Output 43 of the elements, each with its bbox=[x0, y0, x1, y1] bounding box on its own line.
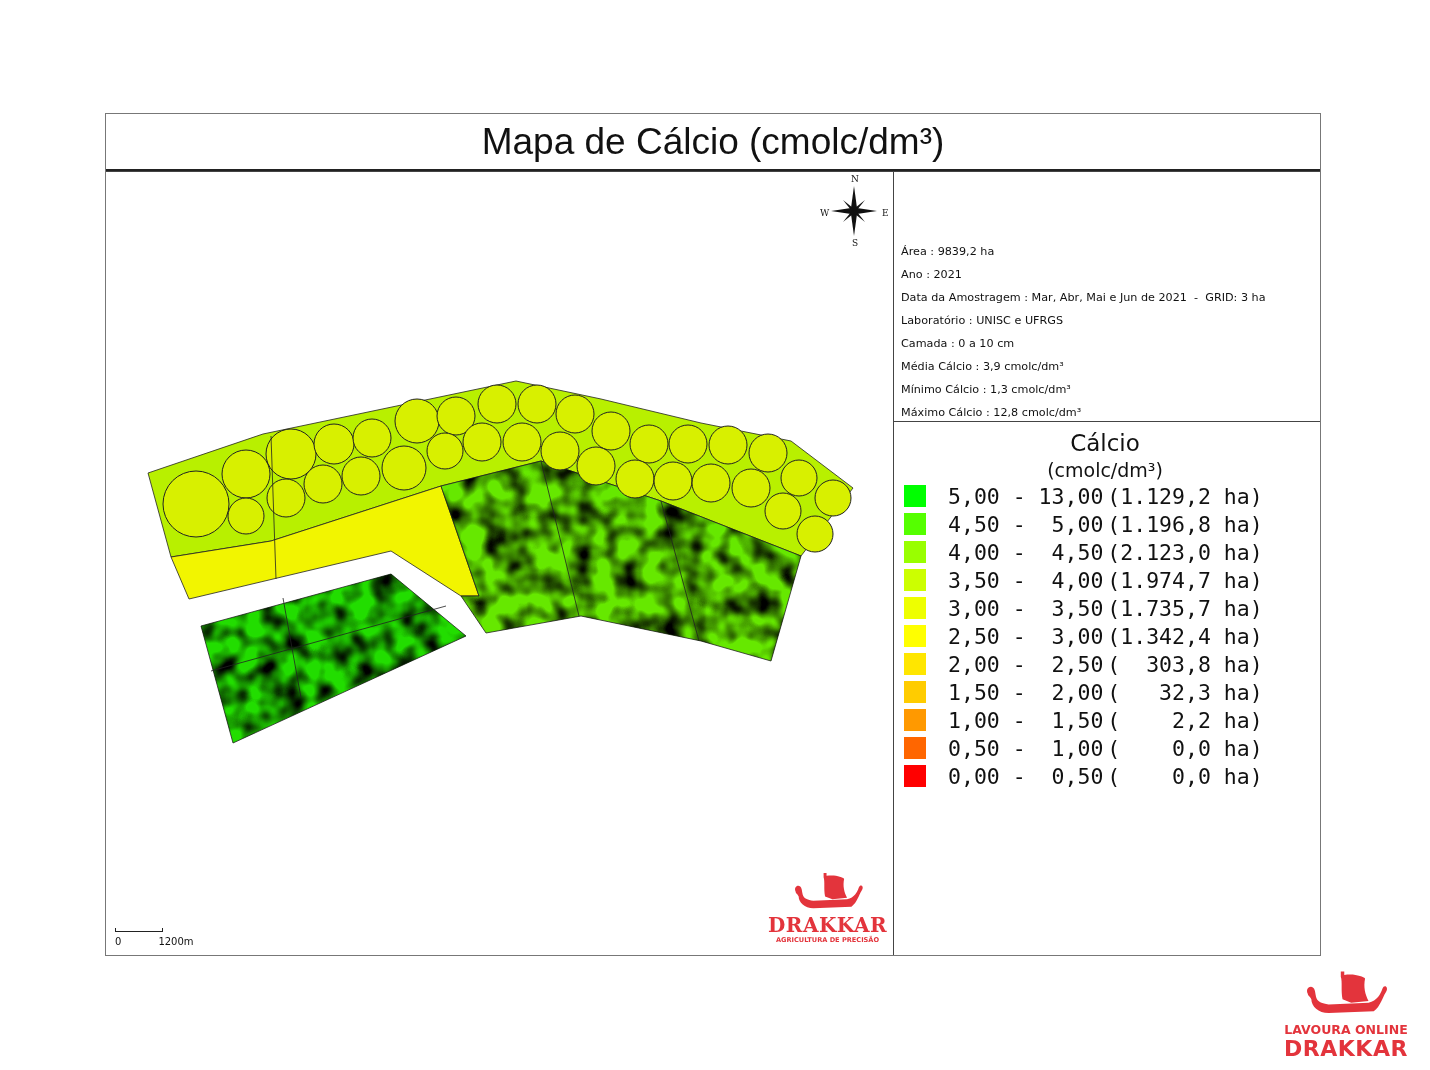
area-label: (1.735,7 ha) bbox=[1107, 595, 1263, 621]
info-line: Área : 9839,2 ha bbox=[901, 244, 996, 260]
info-line: Máximo Cálcio : 12,8 cmolc/dm³ bbox=[901, 405, 1083, 421]
compass-letter: W bbox=[820, 208, 830, 218]
range-label: 4,00 - 4,50 bbox=[948, 539, 1104, 565]
range-label: 3,00 - 3,50 bbox=[948, 595, 1104, 621]
compass-letter: S bbox=[852, 238, 859, 248]
area-label: ( 32,3 ha) bbox=[1107, 679, 1263, 705]
compass-letter: E bbox=[882, 208, 889, 218]
brand-name: DRAKKAR bbox=[1284, 1037, 1408, 1061]
area-label: (2.123,0 ha) bbox=[1107, 539, 1263, 565]
area-label: ( 303,8 ha) bbox=[1107, 651, 1263, 677]
info-line: Mínimo Cálcio : 1,3 cmolc/dm³ bbox=[901, 382, 1072, 398]
scale-bar bbox=[115, 928, 163, 932]
area-label: ( 0,0 ha) bbox=[1107, 763, 1263, 789]
range-label: 3,50 - 4,00 bbox=[948, 567, 1104, 593]
compass-letter: N bbox=[851, 174, 859, 184]
info-line: Média Cálcio : 3,9 cmolc/dm³ bbox=[901, 359, 1065, 375]
info-line: Ano : 2021 bbox=[901, 267, 963, 283]
range-label: 2,00 - 2,50 bbox=[948, 651, 1104, 677]
range-label: 4,50 - 5,00 bbox=[948, 511, 1104, 537]
area-label: (1.129,2 ha) bbox=[1107, 483, 1263, 509]
area-label: (1.342,4 ha) bbox=[1107, 623, 1263, 649]
area-label: ( 2,2 ha) bbox=[1107, 707, 1263, 733]
map-title: Mapa de Cálcio (cmolc/dm³) bbox=[106, 114, 1320, 171]
info-line: Data da Amostragem : Mar, Abr, Mai e Jun de 2021 - GRID: 3 ha bbox=[901, 290, 1267, 306]
legend-title: Cálcio bbox=[1069, 429, 1141, 458]
scale-label: 1200m bbox=[158, 936, 194, 947]
info-line: Camada : 0 a 10 cm bbox=[901, 336, 1016, 352]
range-label: 1,50 - 2,00 bbox=[948, 679, 1104, 705]
range-label: 0,00 - 0,50 bbox=[948, 763, 1104, 789]
legend-unit: (cmolc/dm³) bbox=[1046, 458, 1164, 482]
scale-label: 0 bbox=[115, 936, 122, 947]
range-label: 5,00 - 13,00 bbox=[948, 483, 1104, 509]
range-label: 2,50 - 3,00 bbox=[948, 623, 1104, 649]
range-label: 0,50 - 1,00 bbox=[948, 735, 1104, 761]
area-label: ( 0,0 ha) bbox=[1107, 735, 1263, 761]
logo-name: DRAKKAR bbox=[768, 914, 888, 936]
brand-line: LAVOURA ONLINE bbox=[1284, 1022, 1408, 1037]
range-label: 1,00 - 1,50 bbox=[948, 707, 1104, 733]
info-line: Laboratório : UNISC e UFRGS bbox=[901, 313, 1065, 329]
area-label: (1.196,8 ha) bbox=[1107, 511, 1263, 537]
area-label: (1.974,7 ha) bbox=[1107, 567, 1263, 593]
